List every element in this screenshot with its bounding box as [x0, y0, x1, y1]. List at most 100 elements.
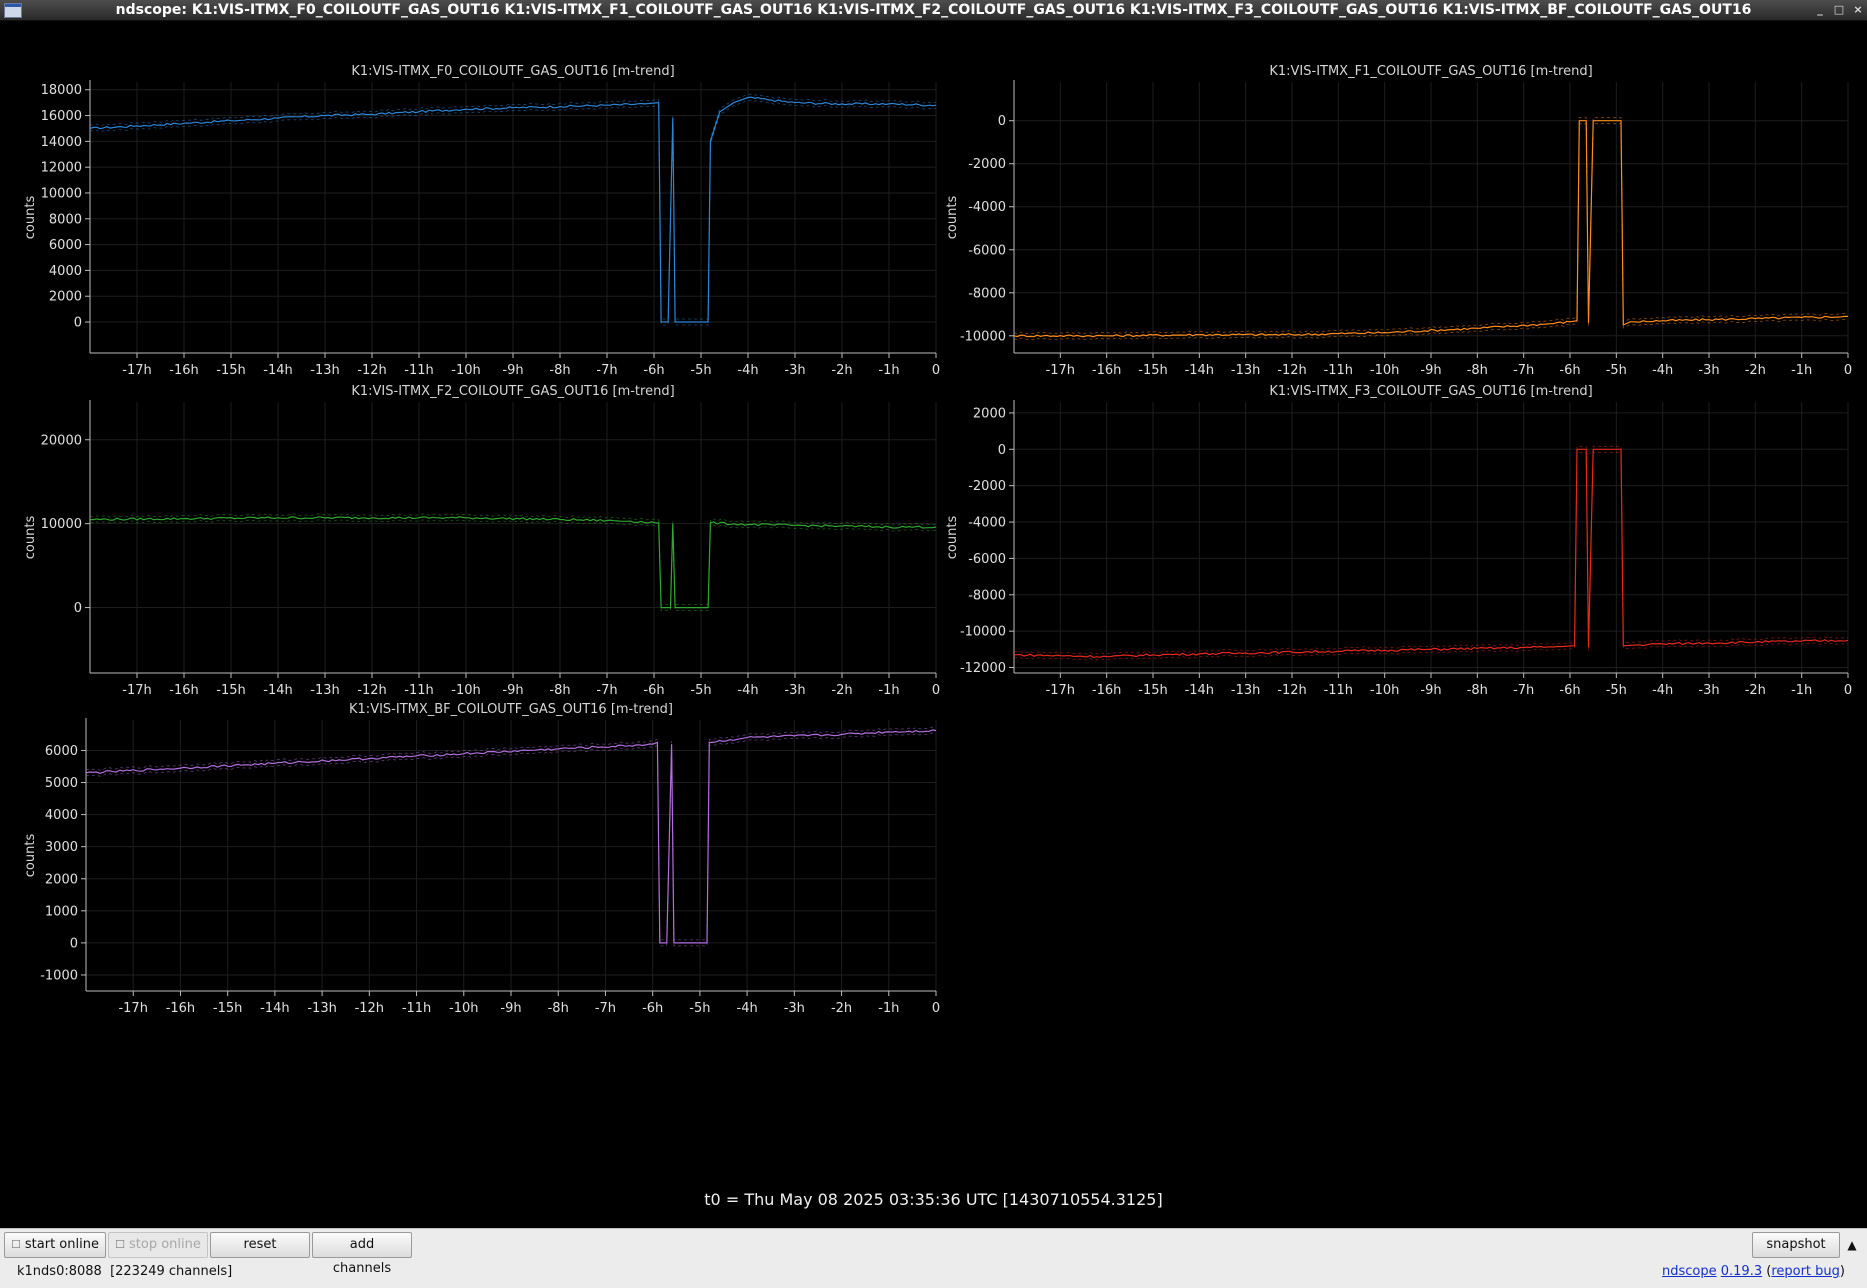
x-tick-label: -15h	[213, 1001, 242, 1016]
x-tick-label: -13h	[307, 1001, 336, 1016]
x-tick-label: -16h	[166, 1001, 195, 1016]
y-tick-label: 2000	[45, 872, 78, 887]
window-title: ndscope: K1:VIS-ITMX_F0_COILOUTF_GAS_OUT…	[115, 2, 1752, 18]
y-tick-label: 0	[998, 443, 1006, 458]
ndscope-link[interactable]: ndscope	[1662, 1264, 1717, 1279]
plot-panel[interactable]: K1:VIS-ITMX_BF_COILOUTF_GAS_OUT16 [m-tre…	[4, 678, 940, 1018]
x-tick-label: -2h	[831, 1001, 852, 1016]
plot-title: K1:VIS-ITMX_F2_COILOUTF_GAS_OUT16 [m-tre…	[351, 384, 674, 399]
start-online-label: start online	[24, 1237, 99, 1252]
grid	[1014, 402, 1849, 673]
y-tick-label: 6000	[45, 744, 78, 759]
plot-title: K1:VIS-ITMX_F3_COILOUTF_GAS_OUT16 [m-tre…	[1269, 384, 1592, 399]
plot-panel[interactable]: K1:VIS-ITMX_F3_COILOUTF_GAS_OUT16 [m-tre…	[926, 360, 1861, 700]
checkbox-icon: ☐	[11, 1238, 21, 1251]
plot-title: K1:VIS-ITMX_F1_COILOUTF_GAS_OUT16 [m-tre…	[1269, 64, 1592, 79]
plot-panel[interactable]: K1:VIS-ITMX_F0_COILOUTF_GAS_OUT16 [m-tre…	[4, 40, 940, 380]
x-tick-label: -3h	[1698, 683, 1719, 698]
y-tick-label: -10000	[960, 625, 1006, 640]
expand-panel-icon[interactable]: ▲	[1842, 1232, 1862, 1258]
y-tick-label: 6000	[49, 238, 82, 253]
y-tick-label: 18000	[41, 83, 82, 98]
report-bug-link[interactable]: report bug	[1771, 1264, 1840, 1279]
plot-title: K1:VIS-ITMX_F0_COILOUTF_GAS_OUT16 [m-tre…	[351, 64, 674, 79]
grid	[86, 720, 937, 991]
checkbox-icon: ☐	[115, 1238, 125, 1251]
y-axis-label: counts	[23, 834, 38, 878]
x-tick-label: -13h	[1231, 683, 1260, 698]
close-window-button[interactable]: ×	[1850, 0, 1866, 20]
x-tick-label: -9h	[500, 1001, 521, 1016]
y-tick-label: -4000	[968, 516, 1006, 531]
version-info: ndscope 0.19.3 (report bug)	[1661, 1264, 1845, 1279]
stop-online-button[interactable]: ☐ stop online	[108, 1232, 208, 1258]
y-tick-label: -2000	[968, 479, 1006, 494]
x-tick-label: -12h	[355, 1001, 384, 1016]
y-tick-label: 20000	[41, 433, 82, 448]
y-tick-label: -1000	[40, 968, 78, 983]
y-tick-label: 1000	[45, 904, 78, 919]
y-tick-label: 3000	[45, 840, 78, 855]
x-tick-label: 0	[1844, 683, 1852, 698]
start-online-button[interactable]: ☐ start online	[4, 1232, 106, 1258]
y-tick-label: 0	[998, 114, 1006, 129]
window-titlebar[interactable]: ndscope: K1:VIS-ITMX_F0_COILOUTF_GAS_OUT…	[0, 0, 1867, 21]
maximize-button[interactable]: □	[1831, 0, 1847, 20]
x-tick-label: -15h	[1138, 683, 1167, 698]
x-tick-label: -1h	[878, 1001, 899, 1016]
y-tick-label: -6000	[968, 552, 1006, 567]
y-tick-label: 0	[74, 316, 82, 331]
plot-area: K1:VIS-ITMX_F0_COILOUTF_GAS_OUT16 [m-tre…	[4, 22, 1863, 1228]
x-tick-label: -17h	[1046, 683, 1075, 698]
y-tick-label: 16000	[41, 109, 82, 124]
reset-button[interactable]: reset	[210, 1232, 310, 1258]
y-axis-label: counts	[945, 196, 960, 240]
y-tick-label: -6000	[968, 243, 1006, 258]
x-tick-label: -5h	[689, 1001, 710, 1016]
minimize-button[interactable]: _	[1812, 0, 1828, 20]
x-tick-label: -4h	[737, 1001, 758, 1016]
x-tick-label: -8h	[548, 1001, 569, 1016]
add-channels-button[interactable]: add channels	[312, 1232, 412, 1276]
y-axis-label: counts	[23, 196, 38, 240]
t0-timestamp: t0 = Thu May 08 2025 03:35:36 UTC [14307…	[704, 1190, 1163, 1209]
y-tick-label: 14000	[41, 135, 82, 150]
control-toolbar: ☐ start online ☐ stop online reset add cha…	[0, 1228, 1867, 1288]
plot-title: K1:VIS-ITMX_BF_COILOUTF_GAS_OUT16 [m-tre…	[349, 702, 673, 717]
y-axis-label: counts	[23, 516, 38, 560]
plot-panel[interactable]: K1:VIS-ITMX_F1_COILOUTF_GAS_OUT16 [m-tre…	[926, 40, 1861, 380]
grid	[1014, 82, 1849, 353]
y-tick-label: 0	[74, 601, 82, 616]
y-tick-label: 12000	[41, 161, 82, 176]
y-tick-label: 4000	[45, 808, 78, 823]
x-tick-label: -12h	[1277, 683, 1306, 698]
x-tick-label: -2h	[1745, 683, 1766, 698]
x-tick-label: 0	[932, 1001, 940, 1016]
x-tick-label: -17h	[118, 1001, 147, 1016]
y-tick-label: 5000	[45, 776, 78, 791]
y-tick-label: -2000	[968, 157, 1006, 172]
x-tick-label: -11h	[1324, 683, 1353, 698]
y-tick-label: -4000	[968, 200, 1006, 215]
x-tick-label: -6h	[642, 1001, 663, 1016]
version-link[interactable]: 0.19.3	[1721, 1264, 1762, 1279]
y-tick-label: 10000	[41, 186, 82, 201]
x-tick-label: -8h	[1467, 683, 1488, 698]
y-axis-label: counts	[945, 516, 960, 560]
x-tick-label: -1h	[1791, 683, 1812, 698]
nds-server-status: k1nds0:8088 [223249 channels]	[17, 1264, 233, 1279]
x-tick-label: -5h	[1606, 683, 1627, 698]
y-tick-label: 4000	[49, 264, 82, 279]
y-tick-label: -8000	[968, 588, 1006, 603]
x-tick-label: -9h	[1420, 683, 1441, 698]
x-tick-label: -7h	[595, 1001, 616, 1016]
plot-panel[interactable]: K1:VIS-ITMX_F2_COILOUTF_GAS_OUT16 [m-tre…	[4, 360, 940, 700]
y-tick-label: 0	[70, 936, 78, 951]
y-tick-label: 2000	[973, 406, 1006, 421]
snapshot-button[interactable]: snapshot	[1752, 1232, 1840, 1258]
x-tick-label: -10h	[449, 1001, 478, 1016]
y-tick-label: 8000	[49, 212, 82, 227]
app-icon[interactable]	[4, 3, 22, 18]
y-tick-label: 2000	[49, 290, 82, 305]
x-tick-label: -7h	[1513, 683, 1534, 698]
